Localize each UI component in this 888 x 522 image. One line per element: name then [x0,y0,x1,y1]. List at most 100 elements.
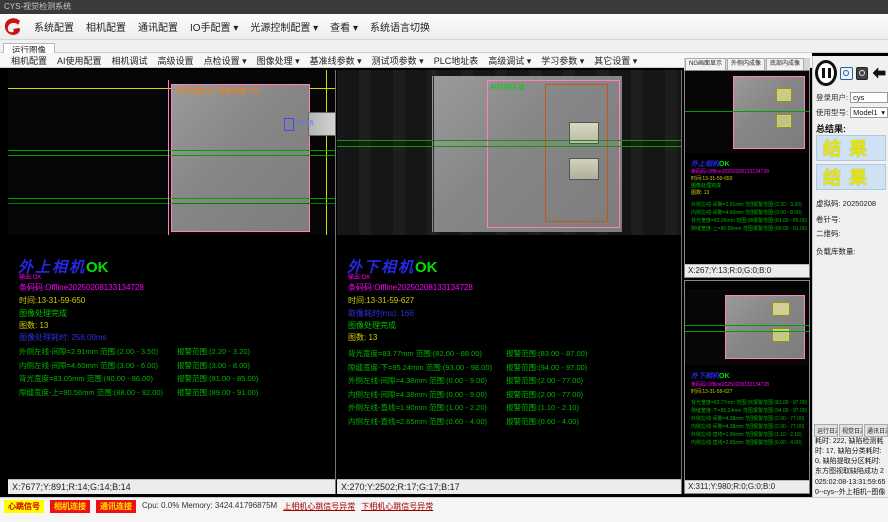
cpu-memory-text: Cpu: 0.0% Memory: 3424.41796875M [142,500,277,510]
login-row: 登录用户: cys [816,92,888,103]
menu-item[interactable]: 通讯配置 [132,16,184,37]
menu-item[interactable]: 系统语言切换 [364,16,436,37]
title-bar: CYS-视觉检测系统 [0,0,888,14]
yellow-vertical-line [326,70,327,235]
measurement-text: 隙缝宽度-上=90.56mm 范围:(88.00 - 92.00) [691,225,753,233]
mini-count: 图数: 13 [691,189,811,196]
toolbar-item[interactable]: 学习参数 ▾ [536,53,589,68]
total-result-label: 总结果: [816,122,846,135]
measurement-alarm: 报警范围:(83.00 - 87.00) [506,348,587,362]
measurement-text: 隙缝宽度-下=95.24mm 范围:(93.00 - 98.00) [691,407,753,415]
measurement-row: 隙缝宽度-下=95.24mm 范围:(93.00 - 98.00) 报警范围:(… [348,362,678,376]
toolbar-items: 相机配置AI使用配置相机调试高级设置点检设置 ▾图像处理 ▾基准线参数 ▾测试项… [6,53,642,68]
glint-object [569,158,599,180]
menu-item[interactable]: 相机配置 [80,16,132,37]
heartbeat-status-badge: 心跳信号 [4,500,44,513]
measurement-text: 外侧左线-直线=1.90mm 范围:(1.00 - 2.20) [348,402,506,416]
pause-button[interactable] [815,60,837,86]
toolbar-item[interactable]: PLC地址表 [429,53,484,68]
menu-item[interactable]: 查看 ▾ [324,16,364,37]
toolbar-item[interactable]: 高级设置 [153,53,199,68]
result-display-1: 结果 [816,135,886,161]
back-arrow-button[interactable] [871,65,887,81]
comm-connect-badge: 通讯连接 [96,500,136,513]
measurement-text: 隙缝宽度-上=90.56mm 范围:(88.00 - 92.00) [19,387,177,401]
green-measure-line [685,111,809,112]
cursor-status-left: X:7677;Y:891;R:14;G:14;B:14 [8,479,335,494]
toolbar-item[interactable]: 其它设置 ▾ [589,53,642,68]
grab-elapsed-line: 取像耗时(ms): 166 [348,308,414,319]
measurement-row: 外侧左线-直线=1.90mm 范围:(1.00 - 2.20) 报警范围:(1.… [348,402,678,416]
measurement-text: 外侧左线-间隙=2.91mm 范围:(2.00 - 3.50) [691,201,753,209]
toolbar-item[interactable]: 相机配置 [6,53,52,68]
measurement-text: 内侧左线-间隙=4.38mm 范围:(0.00 - 9.00) [691,423,753,431]
camera-blue-button[interactable] [840,67,852,80]
measurement-alarm: 报警范围:(94.00 - 97.00) [753,407,807,415]
menu-item[interactable]: 光源控制配置 ▾ [244,16,324,37]
log-tab[interactable]: 运行日志 [814,424,838,437]
measurement-text: 隙缝宽度-下=95.24mm 范围:(93.00 - 98.00) [348,362,506,376]
yellow-mark [777,115,791,127]
virtual-code-line: 虚拟码: 20250208 [816,198,876,209]
green-measure-line [337,146,681,147]
model-select[interactable]: Model1 ▾ [850,107,888,118]
camera-dark-button[interactable] [856,67,868,80]
measurement-row: 内侧左线-间隙=4.60mm 范围:(3.00 - 6.00) 报警范围:(3.… [19,360,331,374]
camera-lens-icon [843,70,849,76]
thumb-tab[interactable]: 底部内成像 [766,58,804,70]
cursor-status-thumb-bottom: X:311;Y:980;R:0;G:0;B:0 [685,480,809,493]
toolbar-item[interactable]: 图像处理 ▾ [252,53,305,68]
green-measure-line [8,198,335,199]
toolbar-item[interactable]: 高级调试 ▾ [483,53,536,68]
thumbnail-view-upper[interactable]: 外上相机OK 条码码:Offline20250208133134728 时间:1… [684,70,810,278]
measurement-row: 背光宽度=83.05mm 范围:(80.00 - 86.00) 报警范围:(81… [19,373,331,387]
output-flag: 输出:OK [19,272,41,281]
measurement-text: 外侧左线-间隙=2.91mm 范围:(2.00 - 3.50) [19,346,177,360]
thumb-tab[interactable]: NG画面显示 [685,58,726,70]
menu-item[interactable]: 系统配置 [28,16,80,37]
toolbar-item[interactable]: AI使用配置 [52,53,107,68]
toolbar-item[interactable]: 基准线参数 ▾ [305,53,367,68]
machine-edge-line [433,70,434,235]
measurement-alarm: 报警范围:(0.60 - 4.00) [753,439,802,447]
measurement-row: 外侧左线-间隙=4.38mm 范围:(0.00 - 9.00) 报警范围:(2.… [348,375,678,389]
measurement-row: 隙缝宽度-上=90.56mm 范围:(88.00 - 92.00) 报警范围:(… [19,387,331,401]
measurement-list: 外侧左线-间隙=2.91mm 范围:(2.00 - 3.50) 报警范围:(2.… [19,346,331,400]
thumb-tab-bar: NG画面显示外侧内成像底部内成像 [684,58,810,70]
result-ok-text: OK [415,259,438,276]
model-row: 使用型号: Model1 ▾ [816,107,888,118]
measurement-alarm: 报警范围:(94.00 - 97.00) [506,362,587,376]
camera-image-lower[interactable]: AI检测区域 [337,70,681,235]
measurement-row: 内侧左线-间隙=4.38mm 范围:(0.00 - 9.00) 报警范围:(2.… [691,423,809,431]
pink-edge-line [168,80,169,235]
cursor-status-thumb-top: X:267;Y:13;R:0;G:0;B:0 [685,264,809,277]
measurement-row: 内侧左线-直线=2.65mm 范围:(0.60 - 4.00) 报警范围:(0.… [348,416,678,430]
reel-number-label: 卷针号: [816,214,841,225]
measurement-alarm: 报警范围:(0.60 - 4.00) [506,416,579,430]
menu-item[interactable]: IO手配置 ▾ [184,16,244,37]
measurement-text: 内侧左线-间隙=4.60mm 范围:(3.00 - 6.00) [19,360,177,374]
camera-name: 外上相机 [691,161,719,168]
result-display-2: 结果 [816,164,886,190]
thumb-tab[interactable]: 外侧内成像 [727,58,765,70]
toolbar-item[interactable]: 点检设置 ▾ [199,53,252,68]
model-label: 使用型号: [816,107,848,118]
thumbnail-view-lower[interactable]: 外下相机OK 条码码:Offline20250208133134728 时间:1… [684,280,810,494]
measurement-alarm: 报警范围:(2.00 - 77.00) [753,415,804,423]
measurement-text: 内侧左线-间隙=4.38mm 范围:(0.00 - 9.00) [348,389,506,403]
mini-time: 时间:13-31-59-650 [691,175,811,182]
toolbar-item[interactable]: 相机调试 [107,53,153,68]
measurement-row: 隙缝宽度-上=90.56mm 范围:(88.00 - 92.00) 报警范围:(… [691,225,809,233]
measurement-text: 背光宽度=83.77mm 范围:(82.00 - 88.00) [348,348,506,362]
log-tab[interactable]: 视觉日志 [839,424,863,437]
measurement-row: 背光宽度=83.77mm 范围:(82.00 - 88.00) 报警范围:(83… [348,348,678,362]
measurement-row: 背光宽度=83.05mm 范围:(80.00 - 86.00) 报警范围:(81… [691,217,809,225]
log-tab[interactable]: 通讯日志 [864,424,888,437]
login-user-field[interactable]: cys [850,92,888,103]
measurement-alarm: 报警范围:(89.00 - 91.00) [753,225,807,233]
elapsed-line: 图像处理耗时: 256.00ms [19,332,107,343]
mini-time: 时间:13-31-59-627 [691,388,811,395]
toolbar-item[interactable]: 测试项参数 ▾ [367,53,429,68]
time-line: 时间:13-31-59-650 [19,295,85,306]
camera-image-upper[interactable]: 93.46 块高阈值:93, 动态阈值:100 [8,70,335,235]
